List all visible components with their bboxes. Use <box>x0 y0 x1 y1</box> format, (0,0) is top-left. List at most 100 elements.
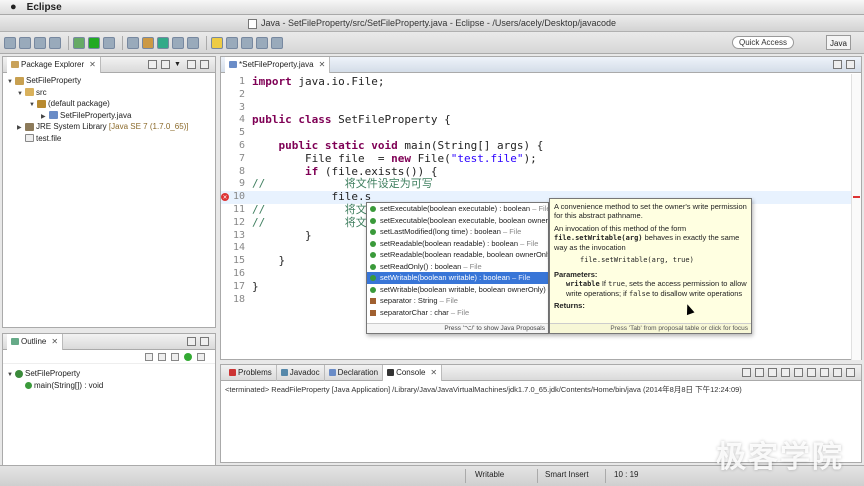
tree-item-java-file[interactable]: ▶ SetFileProperty.java <box>3 110 215 122</box>
new-icon[interactable] <box>4 36 16 49</box>
maximize-icon[interactable] <box>846 60 855 69</box>
tree-item-project[interactable]: ▼ SetFileProperty <box>3 75 215 87</box>
new-class-icon[interactable] <box>157 36 169 49</box>
proposal-item[interactable]: setExecutable(boolean executable, boolea… <box>367 215 548 227</box>
error-marker[interactable] <box>853 196 860 198</box>
scroll-lock-icon[interactable] <box>781 368 790 377</box>
maximize-icon[interactable] <box>200 337 209 346</box>
doc-params-heading: Parameters: <box>554 270 598 279</box>
hide-local-types-icon[interactable] <box>197 352 205 361</box>
search-icon[interactable] <box>187 36 199 49</box>
code-text: } <box>252 279 259 293</box>
proposal-item[interactable]: setExecutable(boolean executable) : bool… <box>367 203 548 215</box>
proposal-signature: setWritable(boolean writable, boolean ow… <box>380 284 546 294</box>
print-icon[interactable] <box>49 36 61 49</box>
minimize-icon[interactable] <box>187 60 196 69</box>
external-tools-icon[interactable] <box>103 36 115 49</box>
line-number: 13 <box>232 229 245 241</box>
doc-inline-code: file.setWritable(arg) <box>554 234 643 242</box>
close-icon[interactable]: ✕ <box>89 60 96 69</box>
maximize-icon[interactable] <box>846 368 855 377</box>
debug-icon[interactable] <box>73 36 85 49</box>
maximize-icon[interactable] <box>200 60 209 69</box>
view-menu-icon[interactable]: ▼ <box>174 60 183 69</box>
terminate-icon[interactable] <box>742 368 751 377</box>
close-icon[interactable]: ✕ <box>430 368 437 377</box>
javadoc-popup[interactable]: A convenience method to set the owner's … <box>549 198 752 334</box>
tab-javadoc[interactable]: Javadoc <box>277 364 325 381</box>
close-icon[interactable]: ✕ <box>51 337 58 346</box>
toggle-mark-icon[interactable] <box>211 36 223 49</box>
doc-returns-heading: Returns: <box>554 301 585 310</box>
clear-console-icon[interactable] <box>768 368 777 377</box>
close-icon[interactable]: ✕ <box>319 60 326 69</box>
back-icon[interactable] <box>256 36 268 49</box>
code-line: 4 public class SetFileProperty { <box>221 113 861 127</box>
quick-access-input[interactable]: Quick Access <box>732 36 794 49</box>
annotation-prev-icon[interactable] <box>241 36 253 49</box>
tree-item-test-file[interactable]: test.file <box>3 133 215 145</box>
code-text: } <box>252 254 286 268</box>
forward-icon[interactable] <box>271 36 283 49</box>
new-package-icon[interactable] <box>142 36 154 49</box>
field-icon <box>370 309 376 316</box>
proposal-item[interactable]: setReadable(boolean readable) : boolean … <box>367 238 548 250</box>
proposal-item[interactable]: setWritable(boolean writable, boolean ow… <box>367 284 548 296</box>
line-number: 7 <box>238 152 245 164</box>
run-icon[interactable] <box>88 36 100 49</box>
tree-item-default-package[interactable]: ▼ (default package) <box>3 98 215 110</box>
proposal-signature: setExecutable(boolean executable, boolea… <box>380 215 548 225</box>
hide-nonpublic-icon[interactable] <box>184 352 192 361</box>
proposal-item[interactable]: setLastModified(long time) : boolean – F… <box>367 226 548 238</box>
outline-item-class[interactable]: ▼ SetFileProperty <box>3 368 215 380</box>
tab-declaration[interactable]: Declaration <box>325 364 384 381</box>
save-icon[interactable] <box>19 36 31 49</box>
tree-item-jre-library[interactable]: ▶ JRE System Library [Java SE 7 (1.7.0_65… <box>3 121 215 133</box>
link-editor-icon[interactable] <box>161 60 170 69</box>
sort-icon[interactable] <box>145 352 153 361</box>
proposal-item[interactable]: setReadOnly() : boolean – File <box>367 261 548 273</box>
java-perspective-button[interactable]: Java <box>826 35 851 50</box>
display-console-icon[interactable] <box>807 368 816 377</box>
outline-item-method[interactable]: main(String[]) : void <box>3 380 215 392</box>
proposal-signature: setLastModified(long time) : boolean <box>380 227 501 236</box>
tab-package-explorer[interactable]: Package Explorer ✕ <box>7 56 101 73</box>
tree-item-src[interactable]: ▼ src <box>3 87 215 99</box>
tab-setfileproperty-java[interactable]: *SetFileProperty.java ✕ <box>225 56 331 73</box>
proposal-item[interactable]: setReadable(boolean readable, boolean ow… <box>367 249 548 261</box>
pin-console-icon[interactable] <box>794 368 803 377</box>
proposal-item[interactable]: separator : String – File <box>367 295 548 307</box>
app-menu[interactable]: Eclipse <box>27 2 62 13</box>
proposal-item-selected[interactable]: setWritable(boolean writable) : boolean … <box>367 272 548 284</box>
hide-static-icon[interactable] <box>171 352 179 361</box>
proposal-list[interactable]: setExecutable(boolean executable) : bool… <box>367 203 548 318</box>
collapse-all-icon[interactable] <box>148 60 157 69</box>
annotation-next-icon[interactable] <box>226 36 238 49</box>
apple-menu-icon[interactable]: ● <box>10 1 17 13</box>
tree-item-label: test.file <box>36 133 62 143</box>
remove-launch-icon[interactable] <box>755 368 764 377</box>
new-java-project-icon[interactable] <box>127 36 139 49</box>
minimize-icon[interactable] <box>833 368 842 377</box>
line-number: 14 <box>232 242 245 254</box>
doc-text: An invocation of this method of the form <box>554 224 687 233</box>
proposal-signature: separator : String <box>380 296 438 305</box>
minimize-icon[interactable] <box>833 60 842 69</box>
doc-text: If <box>601 279 606 288</box>
tab-console[interactable]: Console ✕ <box>383 364 443 381</box>
save-all-icon[interactable] <box>34 36 46 49</box>
content-assist-popup[interactable]: setExecutable(boolean executable) : bool… <box>366 202 549 334</box>
hide-fields-icon[interactable] <box>158 352 166 361</box>
java-file-icon <box>229 61 237 68</box>
open-console-icon[interactable] <box>820 368 829 377</box>
open-type-icon[interactable] <box>172 36 184 49</box>
code-line: 6 public static void main(String[] args)… <box>221 139 861 153</box>
tab-problems[interactable]: Problems <box>225 364 277 381</box>
editor-overview-ruler[interactable] <box>851 74 861 360</box>
proposal-signature: setReadable(boolean readable) : boolean <box>380 238 519 248</box>
problems-icon <box>229 369 236 376</box>
doc-code-sample: file.setWritable(arg, true) <box>580 256 694 264</box>
minimize-icon[interactable] <box>187 337 196 346</box>
proposal-item[interactable]: separatorChar : char – File <box>367 307 548 319</box>
tab-outline[interactable]: Outline ✕ <box>7 333 64 350</box>
